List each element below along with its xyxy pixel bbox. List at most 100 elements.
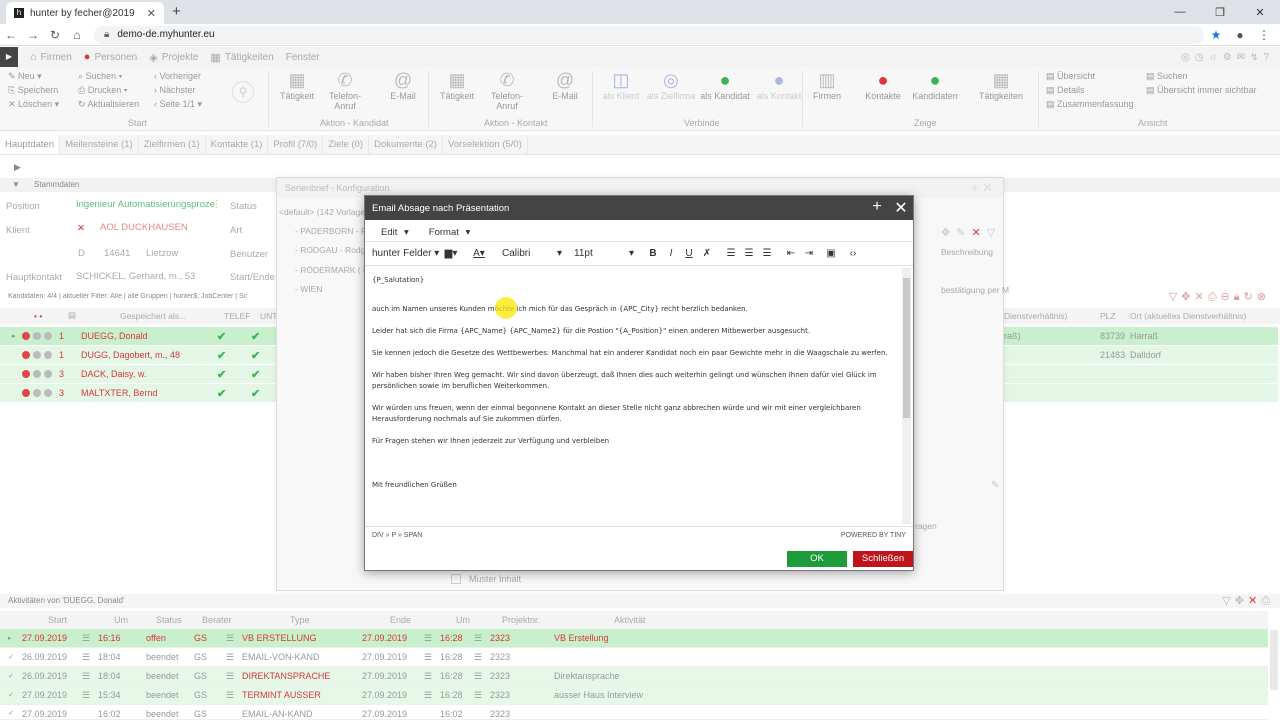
menu-edit[interactable]: Edit ▾ bbox=[373, 227, 409, 238]
menu-format[interactable]: Format ▾ bbox=[421, 227, 471, 238]
tab-ziele[interactable]: Ziele (0) bbox=[323, 135, 370, 154]
indent-icon[interactable]: ⇥ bbox=[801, 242, 817, 266]
config-window-controls[interactable]: + ✕ bbox=[971, 180, 993, 196]
table-row[interactable]: 1 DUGG, Dagobert, m., 48 ✔ ✔ bbox=[0, 346, 278, 364]
view-details-button[interactable]: ▤ Details bbox=[1046, 83, 1134, 97]
link-as-klient-button[interactable]: ◫ als Klient bbox=[596, 69, 646, 101]
reload-icon[interactable]: ↻ bbox=[44, 28, 66, 42]
activities-scrollbar[interactable] bbox=[1270, 630, 1278, 690]
scrollbar-thumb[interactable] bbox=[903, 278, 910, 418]
menu-fenster[interactable]: Fenster bbox=[286, 52, 320, 63]
menu-lines-icon[interactable]: ☰ bbox=[474, 690, 482, 701]
app-header-icons[interactable]: ◎◷☼⚙✉↯? bbox=[1181, 52, 1280, 63]
hunter-fields-dropdown[interactable]: hunter Felder ▾ bbox=[372, 242, 439, 266]
new-button[interactable]: ✎ Neu ▾ bbox=[8, 69, 59, 83]
menu-lines-icon[interactable]: ☰ bbox=[226, 671, 234, 682]
expand-arrow-icon[interactable]: ▶ bbox=[14, 162, 21, 173]
previous-button[interactable]: ‹ Vorheriger bbox=[154, 69, 202, 83]
show-kandidaten-button[interactable]: ● Kandidaten bbox=[910, 69, 960, 101]
collapse-icon[interactable]: ▼ bbox=[12, 180, 20, 189]
table-row[interactable]: ✓ 26.09.2019 ☰ 18:04 beendet GS ☰ DIREKT… bbox=[0, 667, 1268, 686]
font-size-select[interactable]: 11pt bbox=[574, 242, 593, 266]
kontakt-email-button[interactable]: @ E-Mail bbox=[540, 69, 590, 101]
menu-lines-icon[interactable]: ☰ bbox=[82, 633, 90, 644]
table-row[interactable]: ✓ 26.09.2019 ☰ 18:04 beendet GS ☰ EMAIL-… bbox=[0, 648, 1268, 667]
browser-menu-icon[interactable]: ⋮ bbox=[1252, 28, 1276, 42]
menu-taetigkeiten[interactable]: ▦ Tätigkeiten bbox=[210, 51, 273, 64]
menu-lines-icon[interactable]: ☰ bbox=[226, 690, 234, 701]
view-overview-button[interactable]: ▤ Übersicht bbox=[1046, 69, 1134, 83]
refresh-button[interactable]: ↻ Aktualisieren bbox=[78, 97, 139, 111]
pencil-icon[interactable]: ✎ bbox=[991, 480, 999, 491]
menu-lines-icon[interactable]: ☰ bbox=[474, 652, 482, 663]
column-unt[interactable]: UNT bbox=[260, 311, 277, 321]
save-button[interactable]: ⎘ Speichern bbox=[8, 83, 59, 97]
position-menu-icon[interactable]: ⋮ bbox=[212, 199, 222, 210]
align-center-icon[interactable]: ☰ bbox=[741, 242, 757, 266]
view-summary-button[interactable]: ▤ Zusammenfassung bbox=[1046, 97, 1134, 111]
editor-scrollbar[interactable] bbox=[902, 268, 911, 524]
kandidat-email-button[interactable]: @ E-Mail bbox=[378, 69, 428, 101]
right-grid-toolbar-icons[interactable]: ▽✥✕⎙⊖🔒︎↻⊗ bbox=[1004, 290, 1280, 304]
underline-icon[interactable]: U bbox=[681, 242, 697, 266]
vorlagen-selector[interactable]: <default> (142 Vorlagen) bbox=[279, 207, 373, 217]
back-icon[interactable]: ← bbox=[0, 28, 22, 42]
clear-klient-icon[interactable]: ✕ bbox=[77, 223, 85, 234]
source-code-icon[interactable]: ‹› bbox=[845, 242, 861, 266]
show-taetigkeiten-button[interactable]: ▦ Tätigkeiten bbox=[976, 69, 1026, 101]
next-button[interactable]: › Nächster bbox=[154, 83, 202, 97]
kandidat-call-button[interactable]: ✆ Telefon-Anruf bbox=[320, 69, 370, 111]
table-row[interactable]: ✓ 27.09.2019 ☰ 15:34 beendet GS ☰ TERMIN… bbox=[0, 686, 1268, 705]
ok-button[interactable]: OK bbox=[787, 551, 847, 567]
table-row[interactable]: raß) 83739 Harraß bbox=[1004, 327, 1278, 345]
italic-icon[interactable]: I bbox=[663, 242, 679, 266]
close-button[interactable]: Schließen bbox=[853, 551, 913, 567]
link-as-kontakt-button[interactable]: ● als Kontakt bbox=[754, 69, 804, 101]
maximize-icon[interactable]: + bbox=[865, 198, 889, 218]
menu-lines-icon[interactable]: ☰ bbox=[424, 690, 432, 701]
klient-field[interactable]: AOL DUCKHAUSEN bbox=[100, 222, 188, 233]
table-row[interactable] bbox=[1004, 365, 1278, 383]
table-row[interactable]: 3 MALTXTER, Bernd ✔ ✔ bbox=[0, 384, 278, 402]
align-right-icon[interactable]: ☰ bbox=[759, 242, 775, 266]
view-search-button[interactable]: ▤ Suchen bbox=[1146, 69, 1257, 83]
link-as-kandidat-button[interactable]: ● als Kandidat bbox=[700, 69, 750, 101]
location-item[interactable]: - WIEN bbox=[295, 284, 322, 294]
kontakt-call-button[interactable]: ✆ Telefon-Anruf bbox=[482, 69, 532, 111]
app-menu-toggle-icon[interactable]: ▶ bbox=[0, 47, 18, 67]
menu-firmen[interactable]: ⌂ Firmen bbox=[30, 51, 72, 63]
text-color-icon[interactable]: A▾ bbox=[469, 242, 489, 266]
dialog-close-icon[interactable]: ✕ bbox=[889, 198, 913, 218]
menu-lines-icon[interactable]: ☰ bbox=[424, 671, 432, 682]
table-row[interactable]: ▸ 1 DUEGG, Donald ✔ ✔ bbox=[0, 327, 278, 345]
editor-body[interactable]: {P_Salutation} auch im Namen unseres Kun… bbox=[365, 266, 913, 522]
restore-icon[interactable]: ❐ bbox=[1200, 6, 1240, 19]
menu-lines-icon[interactable]: ☰ bbox=[474, 671, 482, 682]
menu-lines-icon[interactable]: ☰ bbox=[82, 652, 90, 663]
menu-lines-icon[interactable]: ☰ bbox=[82, 671, 90, 682]
clear-format-icon[interactable]: ✗ bbox=[699, 242, 715, 266]
home-icon[interactable]: ⌂ bbox=[66, 28, 88, 42]
delete-button[interactable]: ✕ Löschen ▾ bbox=[8, 97, 59, 111]
forward-icon[interactable]: → bbox=[22, 28, 44, 42]
table-row[interactable]: ✓ 27.09.2019 16:02 beendet GS EMAIL-AN-K… bbox=[0, 705, 1268, 720]
muster-checkbox[interactable] bbox=[451, 574, 461, 584]
outdent-icon[interactable]: ⇤ bbox=[783, 242, 799, 266]
config-row-icons[interactable]: ✥✎✕▽ bbox=[941, 226, 1001, 239]
bold-icon[interactable]: B bbox=[645, 242, 661, 266]
hauptkontakt-field[interactable]: SCHICKEL, Gerhard, m., 53 bbox=[76, 271, 195, 282]
image-icon[interactable]: ▣ bbox=[823, 242, 839, 266]
table-row[interactable]: ▸ 27.09.2019 ☰ 16:16 offen GS ☰ VB ERSTE… bbox=[0, 629, 1268, 648]
table-row[interactable] bbox=[1004, 384, 1278, 402]
page-selector[interactable]: ‹ Seite 1/1 ▾ bbox=[154, 97, 202, 111]
column-gespeichert[interactable]: Gespeichert als... bbox=[120, 311, 186, 321]
location-item[interactable]: - RODGAU - Rodg bbox=[295, 245, 365, 255]
print-button[interactable]: ⎙ Drucken ▾ bbox=[78, 83, 139, 97]
table-row[interactable]: 21483 Dalldorf bbox=[1004, 346, 1278, 364]
font-family-select[interactable]: Calibri bbox=[502, 242, 530, 266]
bookmark-star-icon[interactable]: ★ bbox=[1204, 28, 1228, 42]
menu-lines-icon[interactable]: ☰ bbox=[226, 633, 234, 644]
location-item[interactable]: - PADERBORN - Pa bbox=[295, 226, 371, 236]
link-as-zielfirma-button[interactable]: ◎ als Zielfirma bbox=[646, 69, 696, 101]
search-button[interactable]: ⌕ Suchen ▾ bbox=[78, 69, 139, 83]
